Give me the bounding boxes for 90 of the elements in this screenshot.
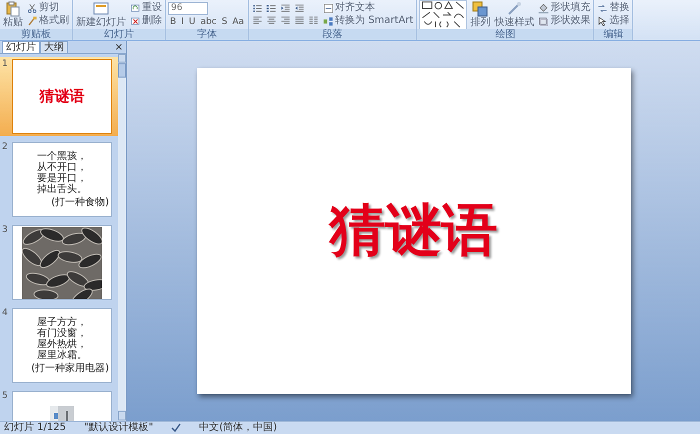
brush-icon <box>27 16 38 26</box>
slide-number: 5 <box>2 391 9 403</box>
text-line: 掉出舌头。 <box>37 184 87 195</box>
fill-icon <box>538 2 550 14</box>
format-button[interactable]: Aa <box>230 16 246 28</box>
format-button[interactable]: abc <box>198 16 219 28</box>
format-button[interactable] <box>293 3 306 14</box>
text-line: 有门没窗， <box>37 328 87 339</box>
style-icon <box>506 1 522 17</box>
reset-icon <box>130 2 141 14</box>
delete-icon <box>130 16 141 26</box>
scissors-icon <box>27 2 38 14</box>
format-button[interactable]: U <box>186 16 198 28</box>
effect-icon <box>538 16 550 26</box>
format-button[interactable] <box>251 15 264 26</box>
slide-number: 1 <box>2 59 9 71</box>
format-button[interactable] <box>279 3 292 14</box>
ribbon-button[interactable]: 排列 <box>469 1 492 28</box>
panel-tab[interactable]: 大纲 <box>40 41 68 53</box>
align-center-icon <box>266 15 278 26</box>
ribbon-button[interactable]: 形状填充 <box>537 2 592 14</box>
group-label: 段落 <box>249 29 416 40</box>
scrollbar[interactable] <box>118 54 126 421</box>
font-size-field[interactable]: 96 <box>168 2 208 14</box>
ribbon-button[interactable]: 剪切 <box>26 2 60 14</box>
ribbon-button[interactable]: 格式刷 <box>26 15 70 27</box>
smartart-icon <box>323 16 334 26</box>
justify-icon <box>294 15 306 26</box>
align-left-icon <box>252 15 264 26</box>
slide-thumbnail[interactable]: 屋子方方， 有门没窗， 屋外热烘， 屋里冰霜。 (打一种家用电器) <box>12 308 112 383</box>
slide-thumbnail[interactable]: 一个黑孩， 从不开口， 要是开口， 掉出舌头。 (打一种食物) <box>12 142 112 217</box>
ribbon-button[interactable]: 形状效果 <box>537 15 592 27</box>
text-line: 屋里冰霜。 <box>37 350 87 361</box>
ribbon-button[interactable]: 删除 <box>129 15 163 27</box>
format-button[interactable] <box>307 15 320 26</box>
slide-number: 3 <box>2 225 9 237</box>
ribbon-button[interactable]: 替换 <box>596 2 630 14</box>
slide-title: 猜谜语 <box>40 87 84 106</box>
ribbon-button[interactable]: 新建幻灯片 <box>75 1 127 28</box>
numbering-icon <box>266 3 278 14</box>
theme-name: "默认设计模板" <box>84 422 154 434</box>
format-button[interactable] <box>251 3 264 14</box>
slide-counter: 幻灯片 1/125 <box>4 422 66 434</box>
text-line: 一个黑孩， <box>37 151 87 162</box>
indent-icon <box>280 3 292 14</box>
ribbon-button[interactable]: 重设 <box>129 2 163 14</box>
replace-icon <box>597 2 608 14</box>
language: 中文(简体，中国) <box>199 422 278 434</box>
text-align-icon <box>323 2 334 14</box>
group-label: 绘图 <box>417 29 594 40</box>
ribbon-button[interactable]: 快速样式 <box>493 1 536 28</box>
ribbon-button[interactable]: 对齐文本 <box>322 2 376 14</box>
format-button[interactable]: B <box>168 16 178 28</box>
align-right-icon <box>280 15 292 26</box>
clipboard-icon <box>5 1 21 17</box>
columns-icon <box>308 15 320 26</box>
panel-tab[interactable]: 幻灯片 <box>2 41 40 53</box>
slide-title: 猜谜语 <box>330 196 498 265</box>
ribbon-button[interactable]: 选择 <box>596 15 630 27</box>
bullets-icon <box>252 3 264 14</box>
spellcheck-icon[interactable] <box>171 423 182 433</box>
slide-thumbnail[interactable] <box>12 225 112 300</box>
hint-text: (打一种家用电器) <box>31 363 109 374</box>
arrange-icon <box>472 1 488 17</box>
format-button[interactable]: I <box>179 16 186 28</box>
format-button[interactable] <box>279 15 292 26</box>
close-button[interactable]: × <box>112 42 126 53</box>
select-icon <box>597 16 608 26</box>
slide-thumbnail[interactable]: 猜谜语 <box>12 59 112 134</box>
text-line: 屋子方方， <box>37 317 87 328</box>
slide-number: 2 <box>2 142 9 154</box>
format-button[interactable] <box>293 15 306 26</box>
format-button[interactable] <box>265 3 278 14</box>
group-label: 字体 <box>166 29 248 40</box>
text-line: 从不开口， <box>37 162 87 173</box>
hint-text: (打一种食物) <box>51 197 109 208</box>
slide-number: 4 <box>2 308 9 320</box>
format-button[interactable] <box>265 15 278 26</box>
group-label: 剪贴板 <box>0 29 72 40</box>
shapes-gallery[interactable] <box>419 0 468 30</box>
text-line: 要是开口， <box>37 173 87 184</box>
outdent-icon <box>294 3 306 14</box>
format-button[interactable]: S <box>220 16 230 28</box>
ribbon-button[interactable]: 粘贴 <box>2 1 24 28</box>
text-line: 屋外热烘， <box>37 339 87 350</box>
group-label: 编辑 <box>594 29 632 40</box>
group-label: 幻灯片 <box>73 29 165 40</box>
slide-icon <box>93 1 109 17</box>
ribbon-button[interactable]: 转换为 SmartArt <box>322 15 414 27</box>
shapes-icon <box>420 0 466 28</box>
